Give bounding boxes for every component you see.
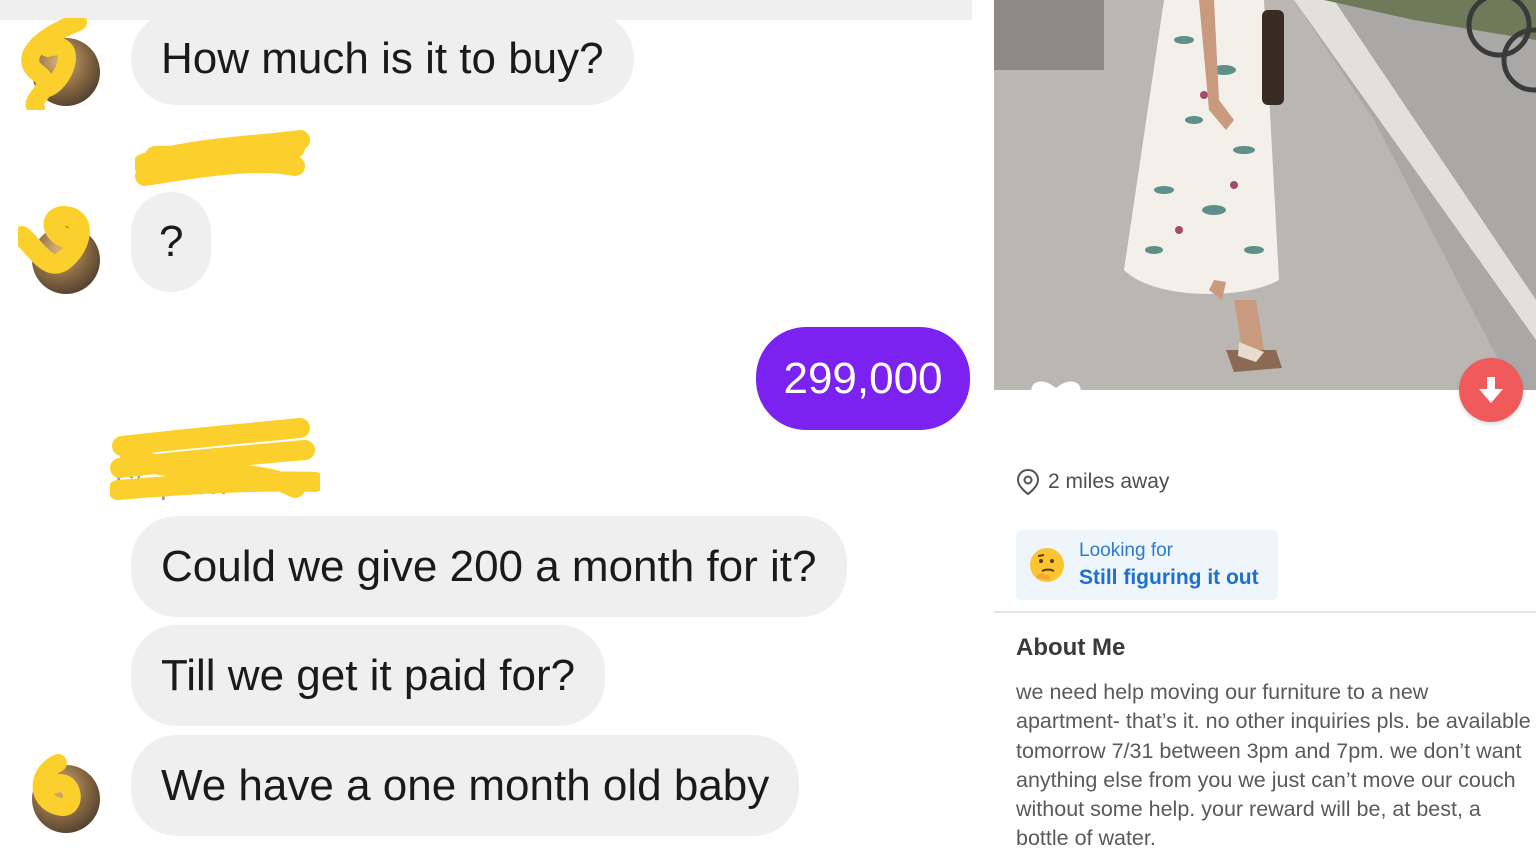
location-row: 2 miles away [1016,468,1169,496]
message-text: We have a one month old baby [161,760,770,810]
redaction-scribble [32,754,81,817]
redaction-scribble [18,206,90,274]
looking-for-card: Looking for Still figuring it out [1016,530,1278,600]
avatar[interactable] [18,206,100,294]
redacted-sender-name [110,418,320,500]
message-text: 299,000 [783,353,943,403]
section-divider [994,611,1536,613]
photo-illustration [994,0,1536,390]
looking-for-value: Still figuring it out [1079,566,1259,589]
arrow-down-icon [1479,377,1503,403]
scroll-down-button[interactable] [1459,358,1523,422]
message-bubble: We have a one month old baby [131,735,800,836]
message-bubble-outgoing: 299,000 [756,327,970,430]
redaction-scribble [21,18,87,110]
avatar[interactable] [21,18,100,110]
about-me-heading: About Me [1016,634,1126,661]
message-bubble: ? [131,192,212,292]
message-text: ? [159,217,184,266]
message-text: Till we get it paid for? [161,650,576,700]
location-pin-icon [1016,468,1040,496]
profile-panel: 2 miles away Looking for Still figuring … [994,0,1536,864]
message-text: How much is it to buy? [161,33,604,83]
message-bubble: How much is it to buy? [131,12,634,105]
chat-panel: How much is it to buy? ? 299,000 Stephen… [0,0,975,864]
heart-shape [1031,381,1081,390]
message-bubble: Could we give 200 a month for it? [131,516,847,617]
profile-photo[interactable] [994,0,1536,390]
distance-text: 2 miles away [1048,470,1170,493]
message-text: Could we give 200 a month for it? [161,541,817,591]
avatar[interactable] [32,754,100,833]
message-bubble: Till we get it paid for? [131,625,606,726]
about-me-text: we need help moving our furniture to a n… [1016,680,1531,851]
looking-for-label: Looking for [1079,540,1174,561]
redacted-sender-name [135,130,310,186]
thinking-face-icon [1030,548,1064,582]
